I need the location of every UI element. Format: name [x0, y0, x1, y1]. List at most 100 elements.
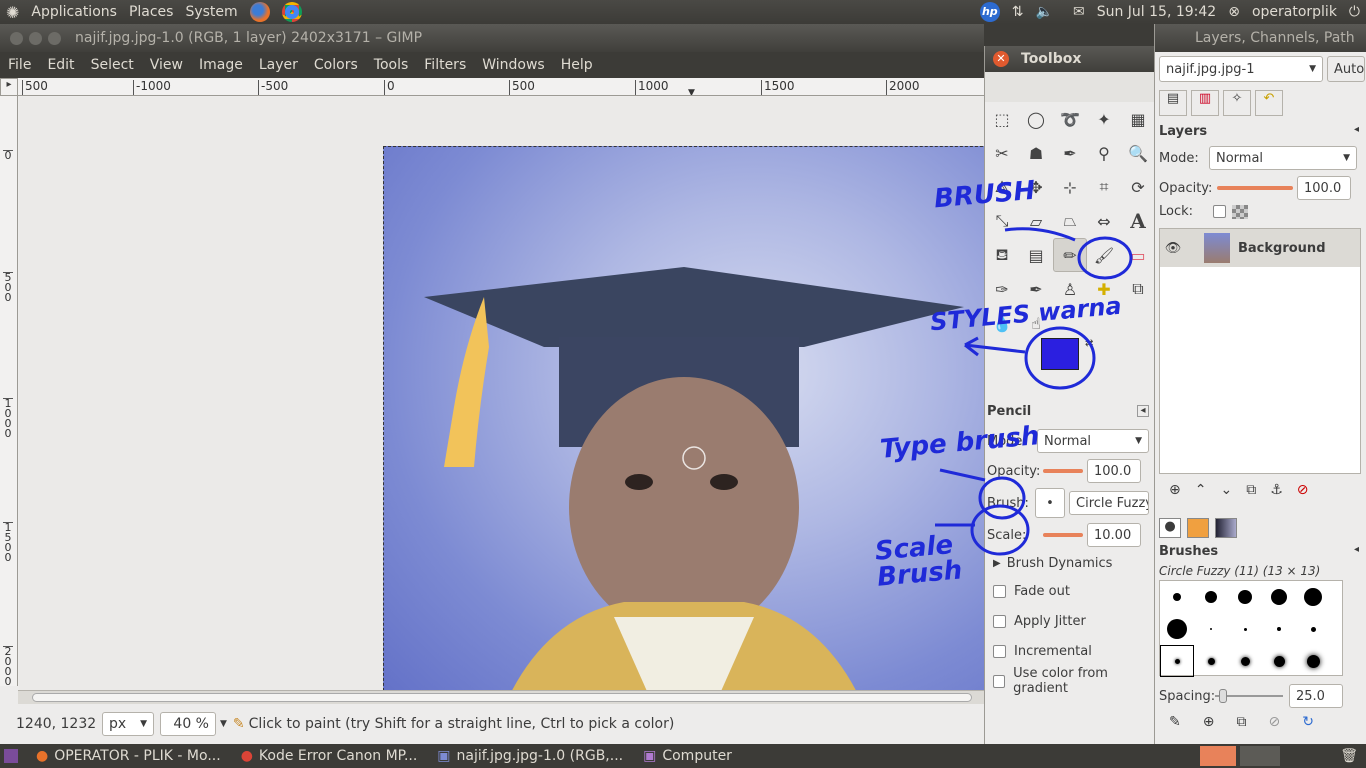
- duplicate-brush-icon[interactable]: ⧉: [1236, 714, 1246, 730]
- spacing-slider[interactable]: [1215, 689, 1283, 703]
- zoom-dropdown-icon[interactable]: ▼: [220, 719, 227, 729]
- paths-icon[interactable]: ✒: [1053, 136, 1087, 170]
- menu-help[interactable]: Help: [553, 57, 601, 73]
- unit-select[interactable]: px ▼: [102, 712, 154, 736]
- maximize-window-icon[interactable]: [48, 31, 61, 45]
- power-icon[interactable]: ⏻: [1343, 0, 1366, 24]
- delete-layer-icon[interactable]: ⊘: [1297, 482, 1309, 498]
- brush-item[interactable]: [1296, 581, 1330, 613]
- menu-colors[interactable]: Colors: [306, 57, 366, 73]
- tab-gradients-icon[interactable]: [1215, 518, 1237, 538]
- chrome-launcher-icon[interactable]: [276, 0, 308, 24]
- tab-patterns-icon[interactable]: [1187, 518, 1209, 538]
- apply-jitter-checkbox[interactable]: [993, 614, 1006, 628]
- horizontal-ruler[interactable]: 500 -1000 -500 0 500 1000 1500 2000 ▼: [18, 78, 984, 96]
- volume-icon[interactable]: 🔈: [1030, 0, 1059, 24]
- quick-mask-corner-icon[interactable]: ▸: [0, 78, 18, 96]
- brush-item[interactable]: [1296, 645, 1330, 677]
- task-firefox[interactable]: ● OPERATOR - PLIK - Mo...: [26, 744, 231, 768]
- tab-layers-icon[interactable]: ▤: [1159, 90, 1187, 116]
- mail-icon[interactable]: ✉: [1067, 0, 1091, 24]
- menu-view[interactable]: View: [142, 57, 191, 73]
- layer-name[interactable]: Background: [1238, 241, 1326, 256]
- auto-button[interactable]: Auto: [1327, 56, 1365, 82]
- incremental-checkbox[interactable]: [993, 644, 1006, 658]
- brush-item[interactable]: [1262, 645, 1296, 677]
- layer-opacity-slider[interactable]: [1217, 186, 1293, 190]
- new-layer-icon[interactable]: ⊕: [1169, 482, 1181, 498]
- color-picker-icon[interactable]: ⚲: [1087, 136, 1121, 170]
- firefox-launcher-icon[interactable]: [244, 0, 276, 24]
- task-computer[interactable]: ▣ Computer: [633, 744, 742, 768]
- rect-select-icon[interactable]: ⬚: [985, 102, 1019, 136]
- fuzzy-select-icon[interactable]: ✦: [1087, 102, 1121, 136]
- clock[interactable]: Sun Jul 15, 19:42: [1091, 0, 1223, 24]
- brush-item[interactable]: [1160, 645, 1194, 677]
- brush-item[interactable]: [1262, 613, 1296, 645]
- horizontal-scrollbar[interactable]: [18, 690, 984, 704]
- close-toolbox-icon[interactable]: ✕: [993, 51, 1009, 67]
- zoom-icon[interactable]: 🔍: [1121, 136, 1155, 170]
- brush-item[interactable]: [1160, 581, 1194, 613]
- task-gimp[interactable]: ▣ najif.jpg.jpg-1.0 (RGB,...: [427, 744, 633, 768]
- color-from-gradient-checkbox[interactable]: [993, 674, 1006, 688]
- menu-image[interactable]: Image: [191, 57, 251, 73]
- brush-item[interactable]: [1228, 613, 1262, 645]
- brush-item[interactable]: [1228, 645, 1262, 677]
- select-by-color-icon[interactable]: ▦: [1121, 102, 1155, 136]
- menu-file[interactable]: File: [0, 57, 39, 73]
- canvas-area[interactable]: [19, 97, 984, 690]
- brush-item[interactable]: [1296, 613, 1330, 645]
- duplicate-layer-icon[interactable]: ⧉: [1246, 482, 1256, 498]
- menu-layer[interactable]: Layer: [251, 57, 306, 73]
- layers-menu-icon[interactable]: ◂: [1354, 124, 1359, 139]
- image-select[interactable]: najif.jpg.jpg-1 ▼: [1159, 56, 1323, 82]
- show-desktop-icon[interactable]: [4, 749, 18, 763]
- spacing-field[interactable]: 25.0: [1289, 684, 1343, 708]
- hp-icon[interactable]: hp: [974, 0, 1006, 24]
- workspace-switcher[interactable]: [1200, 746, 1237, 766]
- foreground-select-icon[interactable]: ☗: [1019, 136, 1053, 170]
- menu-tools[interactable]: Tools: [366, 57, 417, 73]
- lock-pixels-checkbox[interactable]: [1213, 205, 1226, 218]
- brush-item[interactable]: [1262, 581, 1296, 613]
- menu-system[interactable]: System: [179, 0, 243, 24]
- menu-select[interactable]: Select: [83, 57, 142, 73]
- brush-grid[interactable]: [1159, 580, 1343, 677]
- raise-layer-icon[interactable]: ⌃: [1195, 482, 1207, 498]
- brush-item[interactable]: [1194, 581, 1228, 613]
- brush-item[interactable]: [1194, 645, 1228, 677]
- menu-edit[interactable]: Edit: [39, 57, 82, 73]
- tab-undo-icon[interactable]: ↶: [1255, 90, 1283, 116]
- lower-layer-icon[interactable]: ⌄: [1220, 482, 1232, 498]
- scissors-icon[interactable]: ✂: [985, 136, 1019, 170]
- delete-brush-icon[interactable]: ⊘: [1268, 714, 1280, 730]
- layer-opacity-field[interactable]: 100.0: [1297, 176, 1351, 200]
- visibility-eye-icon[interactable]: 👁: [1160, 241, 1186, 256]
- tab-paths-icon[interactable]: ✧: [1223, 90, 1251, 116]
- brush-item[interactable]: [1194, 613, 1228, 645]
- task-chrome[interactable]: ● Kode Error Canon MP...: [231, 744, 428, 768]
- brushes-menu-icon[interactable]: ◂: [1354, 544, 1359, 559]
- network-icon[interactable]: ⇅: [1006, 0, 1030, 24]
- menu-windows[interactable]: Windows: [474, 57, 553, 73]
- scrollbar-thumb[interactable]: [32, 693, 972, 702]
- workspace-switcher-2[interactable]: [1240, 746, 1281, 766]
- close-window-icon[interactable]: [10, 31, 23, 45]
- free-select-icon[interactable]: ➰: [1053, 102, 1087, 136]
- tab-brushes-icon[interactable]: ●: [1159, 518, 1181, 538]
- minimize-window-icon[interactable]: [29, 31, 42, 45]
- layer-row[interactable]: 👁 Background: [1160, 229, 1360, 267]
- new-brush-icon[interactable]: ⊕: [1203, 714, 1215, 730]
- refresh-brushes-icon[interactable]: ↻: [1302, 714, 1314, 730]
- menu-places[interactable]: Places: [123, 0, 180, 24]
- menu-applications[interactable]: Applications: [25, 0, 123, 24]
- lock-alpha-icon[interactable]: [1232, 204, 1248, 219]
- ubuntu-logo-icon[interactable]: ✺: [0, 0, 25, 24]
- user-name[interactable]: operatorplik: [1246, 0, 1343, 24]
- vertical-ruler[interactable]: 0 500 1000 1500 2000: [0, 96, 18, 687]
- ellipse-select-icon[interactable]: ◯: [1019, 102, 1053, 136]
- trash-icon[interactable]: 🗑: [1340, 748, 1358, 764]
- brush-item[interactable]: [1160, 613, 1194, 645]
- anchor-layer-icon[interactable]: ⚓: [1270, 482, 1283, 498]
